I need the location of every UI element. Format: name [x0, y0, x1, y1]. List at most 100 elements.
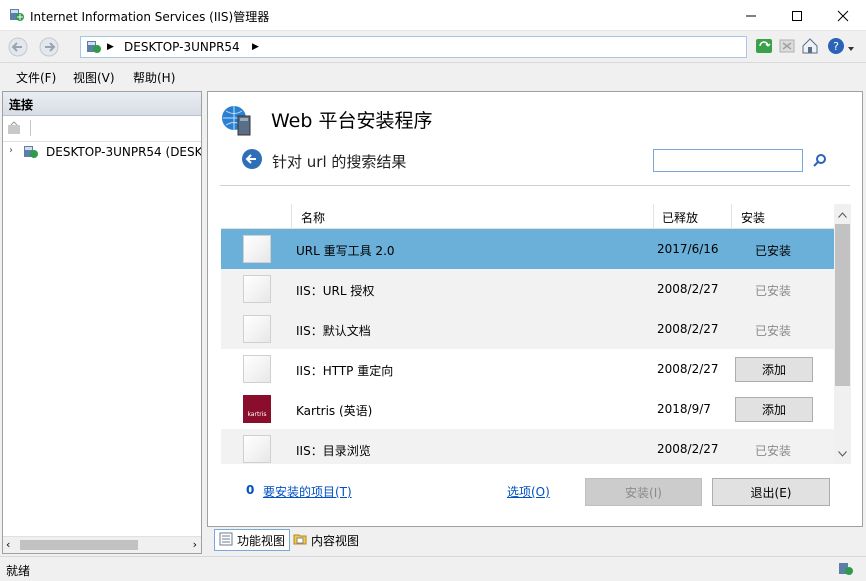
install-button[interactable]: 安装(I) — [585, 478, 702, 506]
product-name: URL 重写工具 2.0 — [296, 244, 395, 258]
install-status: 已安装 — [755, 444, 792, 458]
back-button[interactable] — [5, 35, 31, 59]
close-button[interactable] — [820, 0, 866, 31]
vertical-scrollbar[interactable] — [834, 204, 851, 464]
home-icon[interactable] — [801, 37, 819, 55]
chevron-right-icon[interactable]: ▶ — [107, 42, 114, 52]
release-date: 2008/2/27 — [657, 322, 719, 336]
tab-features-view[interactable]: 功能视图 — [214, 529, 291, 551]
column-header-name[interactable]: 名称 — [301, 209, 325, 226]
breadcrumb-server[interactable]: DESKTOP-3UNPR54 — [124, 40, 240, 54]
chevron-right-icon[interactable]: ▶ — [252, 42, 259, 52]
iis-app-icon — [9, 7, 25, 23]
column-separator — [291, 204, 292, 229]
window-title: Internet Information Services (IIS)管理器 — [30, 10, 270, 24]
minimize-button[interactable] — [728, 0, 774, 31]
expand-chevron-icon[interactable]: › — [9, 145, 13, 156]
release-date: 2008/2/27 — [657, 362, 719, 376]
address-toolbar: ▶ DESKTOP-3UNPR54 ▶ ? — [0, 31, 866, 63]
maximize-button[interactable] — [774, 0, 820, 31]
refresh-icon[interactable] — [755, 37, 773, 55]
product-thumbnail-icon — [243, 275, 271, 303]
release-date: 2008/2/27 — [657, 442, 719, 456]
help-icon[interactable]: ? — [827, 37, 845, 55]
menu-help[interactable]: 帮助(H) — [133, 69, 175, 86]
product-thumbnail-icon — [243, 355, 271, 383]
items-to-install-link[interactable]: 要安装的项目(T) — [263, 483, 352, 500]
forward-button[interactable] — [36, 35, 62, 59]
product-name: IIS：HTTP 重定向 — [296, 364, 394, 378]
tree-item-server[interactable]: › DESKTOP-3UNPR54 (DESKTOP-3UNPR54\User) — [3, 144, 201, 162]
table-row[interactable]: kartris Kartris (英语) 2018/9/7 添加 — [221, 389, 834, 429]
release-date: 2017/6/16 — [657, 242, 719, 256]
exit-button[interactable]: 退出(E) — [712, 478, 830, 506]
product-thumbnail-icon — [243, 315, 271, 343]
scrollbar-thumb[interactable] — [835, 224, 850, 386]
content-view-icon — [293, 532, 307, 549]
table-row[interactable]: IIS：URL 授权 2008/2/27 已安装 — [221, 269, 834, 309]
connections-header: 连接 — [3, 92, 201, 116]
product-name: IIS：目录浏览 — [296, 444, 371, 458]
menu-view[interactable]: 视图(V) — [73, 69, 115, 86]
tab-content-view[interactable]: 内容视图 — [289, 529, 363, 551]
menu-bar: 文件(F) 视图(V) 帮助(H) — [0, 64, 866, 89]
table-row[interactable]: IIS：HTTP 重定向 2008/2/27 添加 — [221, 349, 834, 389]
divider — [220, 185, 850, 186]
tree-item-label[interactable]: DESKTOP-3UNPR54 (DESKTOP-3UNPR54\User) — [46, 145, 201, 159]
release-date: 2008/2/27 — [657, 282, 719, 296]
table-row[interactable]: URL 重写工具 2.0 2017/6/16 已安装 — [221, 229, 834, 269]
install-count: 0 — [246, 483, 255, 497]
back-arrow-icon — [8, 37, 28, 57]
scroll-left-icon[interactable]: ‹ — [6, 538, 10, 551]
connect-icon[interactable] — [7, 121, 21, 138]
table-row[interactable]: IIS：目录浏览 2008/2/27 已安装 — [221, 429, 834, 464]
search-icon[interactable] — [813, 153, 827, 170]
horizontal-scrollbar[interactable]: ‹ › — [3, 536, 201, 553]
install-status: 已安装 — [755, 244, 792, 258]
scrollbar-thumb[interactable] — [20, 540, 138, 550]
add-button[interactable]: 添加 — [735, 357, 813, 382]
server-icon — [23, 144, 39, 162]
column-separator — [731, 204, 732, 229]
add-button[interactable]: 添加 — [735, 397, 813, 422]
release-date: 2018/9/7 — [657, 402, 711, 416]
table-row[interactable]: IIS：默认文档 2008/2/27 已安装 — [221, 309, 834, 349]
status-bar: 就绪 — [0, 556, 866, 581]
column-separator — [653, 204, 654, 229]
scroll-down-icon[interactable] — [838, 446, 847, 460]
connections-panel: 连接 › DESKTOP-3UNPR54 (DESKTOP-3UNPR54\Us… — [2, 91, 202, 554]
scroll-up-icon[interactable] — [838, 207, 847, 221]
product-name: IIS：URL 授权 — [296, 284, 375, 298]
features-view-icon — [219, 532, 233, 549]
grid-header: 名称 已释放 安装 — [221, 204, 834, 229]
kartris-logo-icon: kartris — [243, 395, 271, 423]
install-status: 已安装 — [755, 324, 792, 338]
chevron-down-icon[interactable] — [847, 42, 855, 60]
search-results-heading: 针对 url 的搜索结果 — [272, 153, 407, 171]
server-status-icon — [838, 561, 854, 580]
view-tabs: 功能视图 内容视图 — [207, 528, 863, 553]
options-link[interactable]: 选项(O) — [507, 483, 550, 500]
product-name: Kartris (英语) — [296, 404, 373, 418]
toolbar-divider — [30, 120, 31, 136]
results-grid: 名称 已释放 安装 URL 重写工具 2.0 2017/6/16 已安装 IIS… — [221, 204, 834, 464]
tab-label: 功能视图 — [237, 533, 286, 548]
column-header-install[interactable]: 安装 — [741, 209, 765, 226]
main-panel: Web 平台安装程序 针对 url 的搜索结果 名称 已释放 安装 URL 重写… — [207, 91, 863, 527]
column-header-released[interactable]: 已释放 — [662, 209, 698, 226]
product-name: IIS：默认文档 — [296, 324, 371, 338]
title-bar: Internet Information Services (IIS)管理器 — [0, 0, 866, 31]
scroll-right-icon[interactable]: › — [193, 538, 197, 551]
forward-arrow-icon — [39, 37, 59, 57]
address-box[interactable]: ▶ DESKTOP-3UNPR54 ▶ — [80, 36, 747, 58]
stop-icon[interactable] — [778, 37, 796, 55]
status-text: 就绪 — [6, 564, 31, 578]
search-input[interactable] — [653, 149, 803, 172]
menu-file[interactable]: 文件(F) — [16, 69, 56, 86]
web-platform-installer-icon — [220, 104, 254, 141]
product-thumbnail-icon — [243, 435, 271, 463]
back-circle-icon[interactable] — [241, 148, 263, 173]
connections-toolbar — [3, 116, 201, 142]
tab-label: 内容视图 — [311, 533, 360, 548]
svg-text:?: ? — [833, 40, 839, 53]
